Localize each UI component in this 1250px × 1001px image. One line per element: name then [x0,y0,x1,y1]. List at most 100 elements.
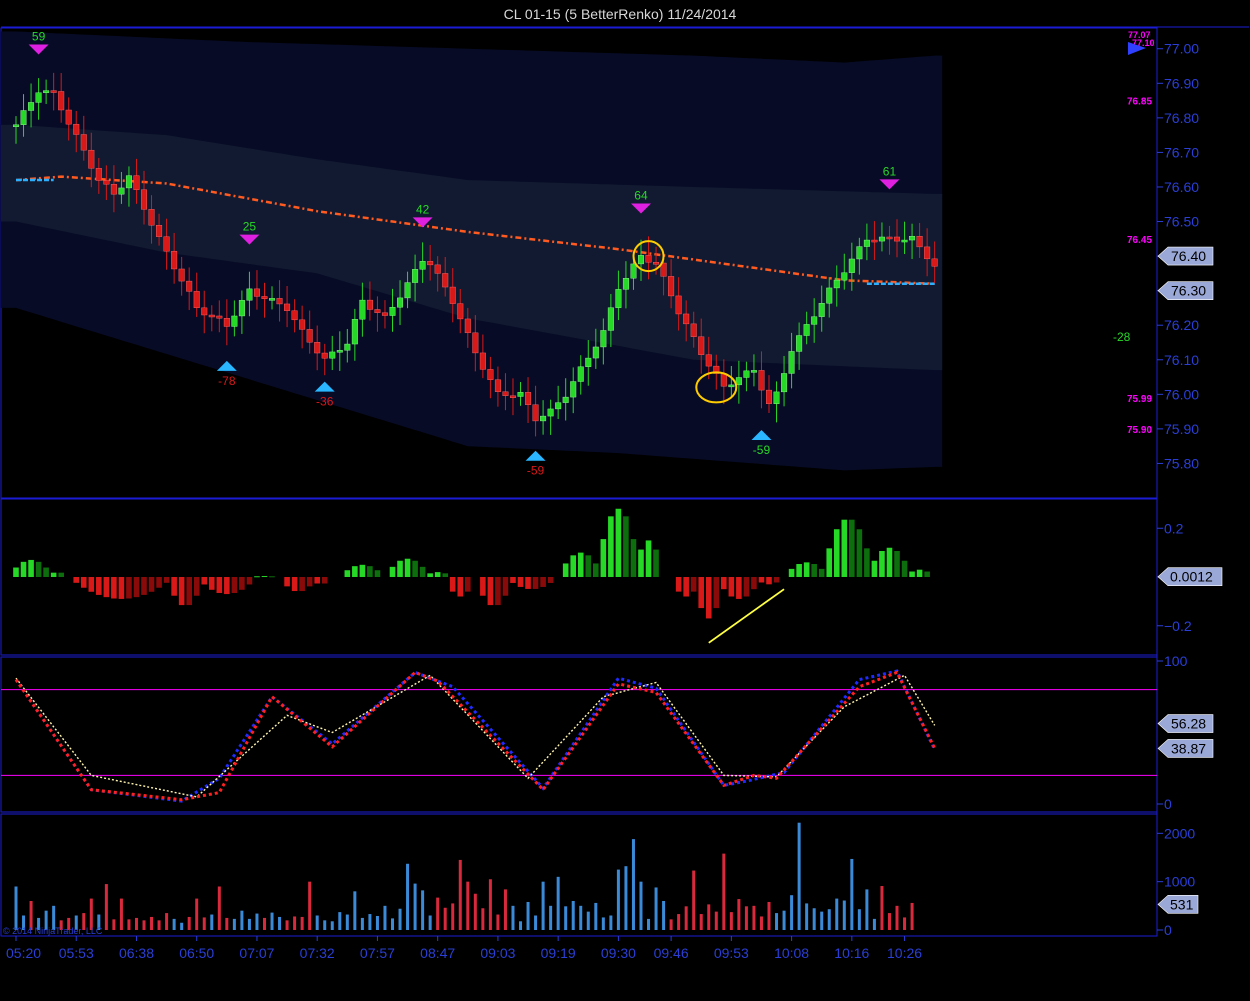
volume-bar [488,879,492,930]
volume-bar [594,902,598,930]
candle-up [570,381,577,398]
volume-bar [360,917,364,930]
candle-up [412,269,419,283]
oscillator-bar [299,577,305,592]
peak-label: 25 [243,220,257,234]
price-tick-label: 77.00 [1164,41,1199,57]
oscillator-bar [20,561,27,577]
volume-tick-label: 2000 [1164,825,1195,841]
volume-bar [127,919,131,930]
chart-title: CL 01-15 (5 BetterRenko) 11/24/2014 [504,6,737,22]
oscillator-bar [796,564,802,577]
candle-up [419,261,426,270]
oscillator-bar [239,577,245,590]
candle-down [381,312,388,316]
volume-bar [315,915,319,930]
candle-down [133,175,140,190]
candle-up [630,263,637,279]
volume-bar [345,914,349,930]
candle-down [148,209,155,226]
volume-value-label: 531 [1170,896,1194,912]
candle-up [555,402,562,410]
oscillator-bar [690,577,697,592]
oscillator-bar [156,577,162,588]
oscillator-bar [615,508,622,577]
oscillator-bar [73,577,80,583]
oscillator-bar [80,577,87,588]
peak-label: 42 [416,202,430,216]
volume-bar [247,918,251,930]
candle-up [773,391,780,404]
volume-bar [775,913,779,930]
candle-down [163,236,170,252]
candle-down [171,250,178,270]
stoch-value-label: 38.87 [1171,740,1206,756]
price-tick-label: 76.50 [1164,214,1199,230]
volume-bar [285,920,289,930]
oscillator-bar [577,552,584,577]
oscillator-bar [585,555,592,577]
candle-down [525,392,532,405]
candle-down [758,370,765,391]
oscillator-bar [593,563,599,577]
candle-up [238,300,245,317]
volume-bar [406,863,410,930]
volume-bar [112,919,116,930]
candle-up [728,384,735,388]
time-tick-label: 06:38 [119,945,154,961]
volume-bar [820,911,824,930]
oscillator-bar [186,577,192,606]
candle-down [103,180,110,185]
volume-bar [172,918,176,930]
candle-up [637,255,644,265]
candle-down [434,264,441,274]
oscillator-bar [487,577,494,606]
price-value-label: 76.40 [1171,248,1206,264]
candle-up [359,299,366,320]
oscillator-bar [96,577,102,595]
oscillator-bar [517,577,524,587]
volume-bar [428,915,432,930]
candle-down [299,319,306,330]
volume-bar [375,915,379,930]
oscillator-bar [427,573,433,577]
oscillator-bar [465,577,471,592]
candle-up [811,316,818,325]
volume-bar [880,886,884,930]
oscillator-bar [525,577,531,589]
candle-down [442,273,449,288]
volume-bar [255,913,259,930]
volume-bar [368,914,372,930]
candle-down [487,369,494,380]
candle-up [803,324,810,336]
oscillator-bar [826,548,833,577]
volume-bar [887,913,891,930]
oscillator-bar [133,577,140,598]
candle-down [645,255,652,263]
time-tick-label: 10:08 [774,945,809,961]
volume-bar [270,912,274,930]
oscillator-bar [547,577,554,583]
candle-down [306,329,313,343]
oscillator-bar [254,576,260,578]
oscillator-bar [28,559,34,577]
oscillator-bar [841,519,848,577]
volume-bar [330,921,334,930]
oscillator-bar [404,558,411,577]
volume-bar [165,913,169,930]
candle-down [58,91,65,111]
candle-down [457,303,464,320]
oscillator-bar [284,577,290,587]
candle-up [246,288,253,301]
candle-down [276,298,283,305]
trading-chart[interactable]: CL 01-15 (5 BetterRenko) 11/24/2014 59 25… [0,0,1250,1001]
osc-tick-label: 0.2 [1164,520,1184,536]
oscillator-bar [751,577,757,590]
volume-bar [654,887,658,930]
candle-up [231,315,238,327]
oscillator-bar [13,567,19,577]
volume-bar [534,915,538,930]
volume-bar [865,889,869,930]
volume-bar [14,886,18,930]
volume-bar [714,911,718,930]
